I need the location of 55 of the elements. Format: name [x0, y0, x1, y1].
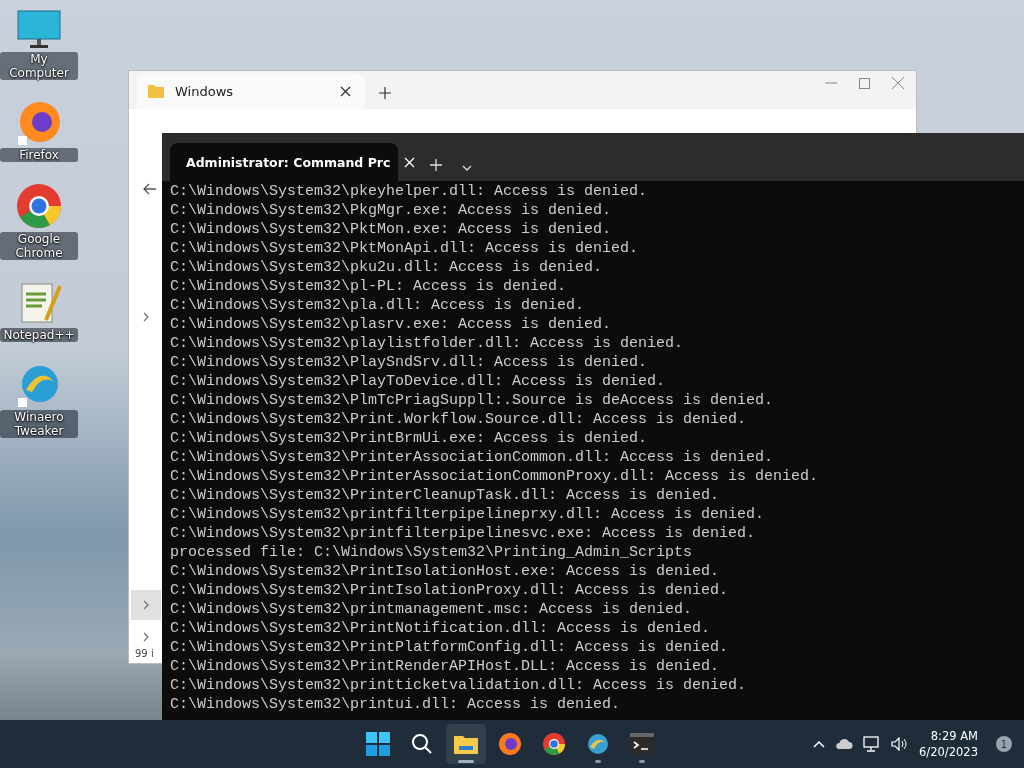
desktop-icon-label[interactable]: Firefox: [0, 148, 78, 162]
console-line: C:\Windows\System32\PktMonApi.dll: Access is denied.: [170, 239, 640, 258]
console-line: C:\Windows\System32\PrintNotification.dll: Access is denied.: [170, 619, 712, 638]
console-line: C:\Windows\System32\printticketvalidation.dll: Access is denied.: [170, 676, 748, 695]
console-line: C:\Windows\System32\printfilterpipelineprxy.dll: Access is denied.: [170, 505, 766, 524]
explorer-tab[interactable]: Windows: [137, 73, 365, 109]
firefox-icon: [16, 100, 62, 146]
console-line: C:\Windows\System32\PlayToDevice.dll: Access is denied.: [170, 372, 667, 391]
windows-logo-icon: [366, 732, 390, 756]
console-line: C:\Windows\System32\PrintRenderAPIHost.DLL: Access is denied.: [170, 657, 721, 676]
desktop-icon-label[interactable]: Winaero Tweaker: [0, 410, 78, 438]
chevron-up-icon[interactable]: [813, 740, 826, 748]
console-line: C:\Windows\System32\PrinterCleanupTask.dll: Access is denied.: [170, 486, 721, 505]
console-line: C:\Windows\System32\playlistfolder.dll: Access is denied.: [170, 334, 685, 353]
console-line: C:\Windows\System32\printmanagement.msc: Access is denied.: [170, 600, 694, 619]
console-line: C:\Windows\System32\pla.dll: Access is denied.: [170, 296, 586, 315]
chrome-icon: [15, 182, 63, 230]
item-count-text: 99 i: [135, 648, 154, 659]
console-line: C:\Windows\System32\PktMon.exe: Access is denied.: [170, 220, 613, 239]
desktop-icon-label[interactable]: Google Chrome: [0, 232, 78, 260]
terminal-icon: [630, 733, 654, 755]
console-line: C:\Windows\System32\PlaySndSrv.dll: Access is denied.: [170, 353, 649, 372]
console-line: C:\Windows\System32\pkeyhelper.dll: Access is denied.: [170, 182, 649, 201]
console-line: C:\Windows\System32\PrintPlatformConfig.dll: Access is denied.: [170, 638, 730, 657]
search-icon: [411, 733, 433, 755]
folder-icon: [453, 733, 479, 755]
console-line: C:\Windows\System32\PrintIsolationProxy.dll: Access is denied.: [170, 581, 730, 600]
clock[interactable]: 8:29 AM 6/20/2023: [919, 728, 978, 760]
console-line: C:\Windows\System32\pl-PL: Access is denied.: [170, 277, 568, 296]
date-text: 6/20/2023: [919, 744, 978, 760]
console-line: C:\Windows\System32\PrintIsolationHost.exe: Access is denied.: [170, 562, 721, 581]
console-line: C:\Windows\System32\PrinterAssociationCommonProxy.dll: Access is denied.: [170, 467, 820, 486]
time-text: 8:29 AM: [930, 728, 978, 744]
folder-icon: [147, 83, 165, 99]
console-line: C:\Windows\System32\PkgMgr.exe: Access is denied.: [170, 201, 613, 220]
taskbar-app-button[interactable]: [446, 724, 486, 764]
console-line: C:\Windows\System32\Print.Workflow.Source.dll: Access is denied.: [170, 410, 748, 429]
chrome-icon: [542, 732, 566, 756]
swirl-icon: [587, 733, 609, 755]
monitor-icon: [17, 10, 61, 50]
console-line: C:\Windows\System32\PrinterAssociationCommon.dll: Access is denied.: [170, 448, 775, 467]
console-line: C:\Windows\System32\plasrv.exe: Access is denied.: [170, 315, 613, 334]
console-line: C:\Windows\System32\pku2u.dll: Access is denied.: [170, 258, 604, 277]
desktop-icon-label[interactable]: My Computer: [0, 52, 78, 80]
console-line: C:\Windows\System32\printfilterpipelinesvc.exe: Access is denied.: [170, 524, 757, 543]
notification-badge[interactable]: 1: [996, 736, 1012, 752]
console-line: C:\Windows\System32\PrintBrmUi.exe: Access is denied.: [170, 429, 649, 448]
console-line: C:\Windows\System32\PlmTcPriagSuppll:.Source is deAccess is denied.: [170, 391, 775, 410]
network-icon[interactable]: [863, 736, 882, 752]
cloud-icon[interactable]: [835, 738, 854, 750]
console-line: processed file: C:\Windows\System32\Printing_Admin_Scripts: [170, 543, 694, 562]
volume-icon[interactable]: [891, 737, 910, 751]
desktop-icon-label[interactable]: Notepad++: [0, 328, 78, 342]
console-line: C:\Windows\System32\printui.dll: Access is denied.: [170, 695, 622, 714]
firefox-icon: [498, 732, 522, 756]
